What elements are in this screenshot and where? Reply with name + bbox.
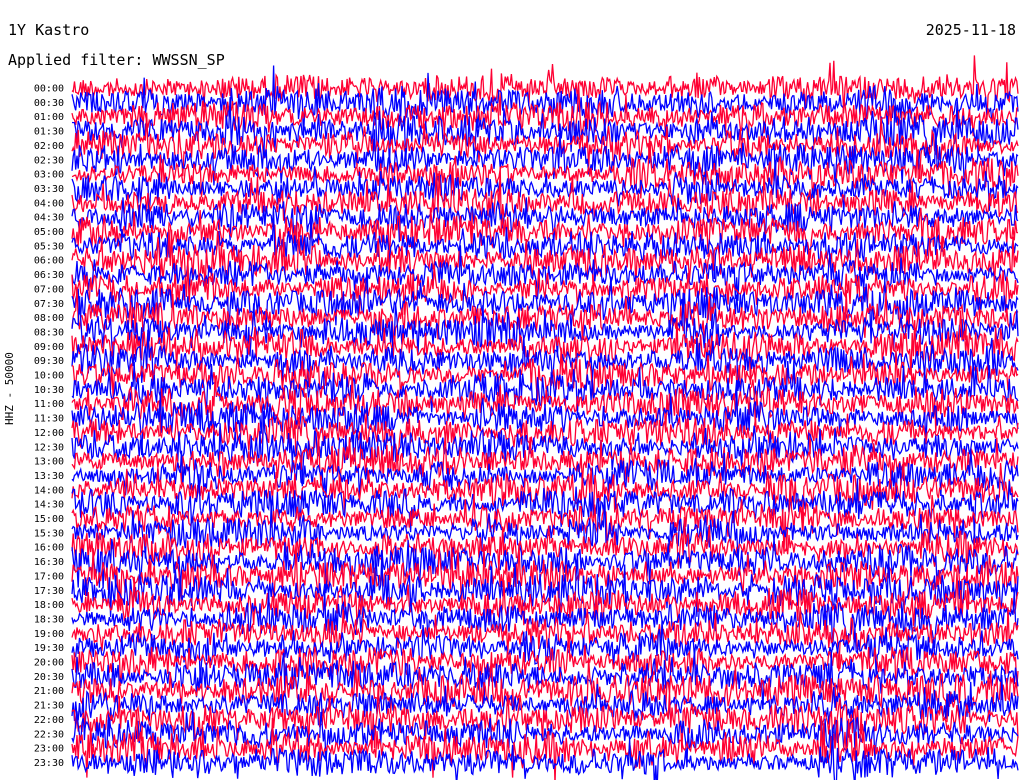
row-time-label: 20:00: [34, 658, 64, 669]
row-time-label: 01:30: [34, 127, 64, 138]
row-time-label: 19:30: [34, 643, 64, 654]
row-time-label: 03:00: [34, 170, 64, 181]
row-time-label: 02:30: [34, 155, 64, 166]
row-time-label: 01:00: [34, 112, 64, 123]
row-time-label: 21:30: [34, 701, 64, 712]
helicorder-plot: 00:00 00:30 01:00 01:30 02:00 02:30 03:00 03:30…: [34, 55, 1019, 780]
filter-label: Applied filter: WWSSN_SP: [8, 51, 225, 69]
row-time-label: 09:30: [34, 356, 64, 367]
row-time-label: 15:30: [34, 528, 64, 539]
row-time-label: 07:30: [34, 299, 64, 310]
row-time-label: 05:30: [34, 241, 64, 252]
station-title: 1Y Kastro: [8, 21, 90, 39]
row-time-label: 10:00: [34, 371, 64, 382]
row-time-label: 10:30: [34, 385, 64, 396]
row-time-label: 08:30: [34, 327, 64, 338]
row-time-label: 15:00: [34, 514, 64, 525]
row-time-label: 18:30: [34, 614, 64, 625]
row-time-label: 09:00: [34, 342, 64, 353]
row-time-label: 11:30: [34, 414, 64, 425]
row-time-label: 00:30: [34, 98, 64, 109]
row-time-label: 22:30: [34, 729, 64, 740]
row-time-label: 11:00: [34, 399, 64, 410]
row-time-label: 06:00: [34, 256, 64, 267]
row-time-label: 08:00: [34, 313, 64, 324]
row-time-label: 07:00: [34, 284, 64, 295]
helicorder-figure: 00:00 00:30 01:00 01:30 02:00 02:30 03:00 03:30…: [0, 0, 1024, 780]
row-time-label: 02:00: [34, 141, 64, 152]
row-time-label: 22:00: [34, 715, 64, 726]
row-time-label: 23:30: [34, 758, 64, 769]
row-time-label: 03:30: [34, 184, 64, 195]
row-time-label: 04:30: [34, 213, 64, 224]
row-time-label: 18:00: [34, 600, 64, 611]
row-time-label: 17:30: [34, 586, 64, 597]
row-time-label: 14:00: [34, 485, 64, 496]
row-time-label: 17:00: [34, 571, 64, 582]
row-time-label: 13:30: [34, 471, 64, 482]
row-time-label: 20:30: [34, 672, 64, 683]
row-time-label: 04:00: [34, 198, 64, 209]
row-time-label: 12:30: [34, 442, 64, 453]
row-time-label: 14:30: [34, 500, 64, 511]
row-time-label: 05:00: [34, 227, 64, 238]
row-time-label: 19:00: [34, 629, 64, 640]
y-axis-label: HHZ - 50000: [3, 352, 16, 425]
row-time-label: 13:00: [34, 457, 64, 468]
row-time-label: 16:00: [34, 543, 64, 554]
row-time-label: 16:30: [34, 557, 64, 568]
row-time-label: 21:00: [34, 686, 64, 697]
row-time-label: 06:30: [34, 270, 64, 281]
row-time-label: 23:00: [34, 744, 64, 755]
row-time-label: 00:00: [34, 84, 64, 95]
row-time-label: 12:00: [34, 428, 64, 439]
date-title: 2025-11-18: [925, 21, 1016, 39]
